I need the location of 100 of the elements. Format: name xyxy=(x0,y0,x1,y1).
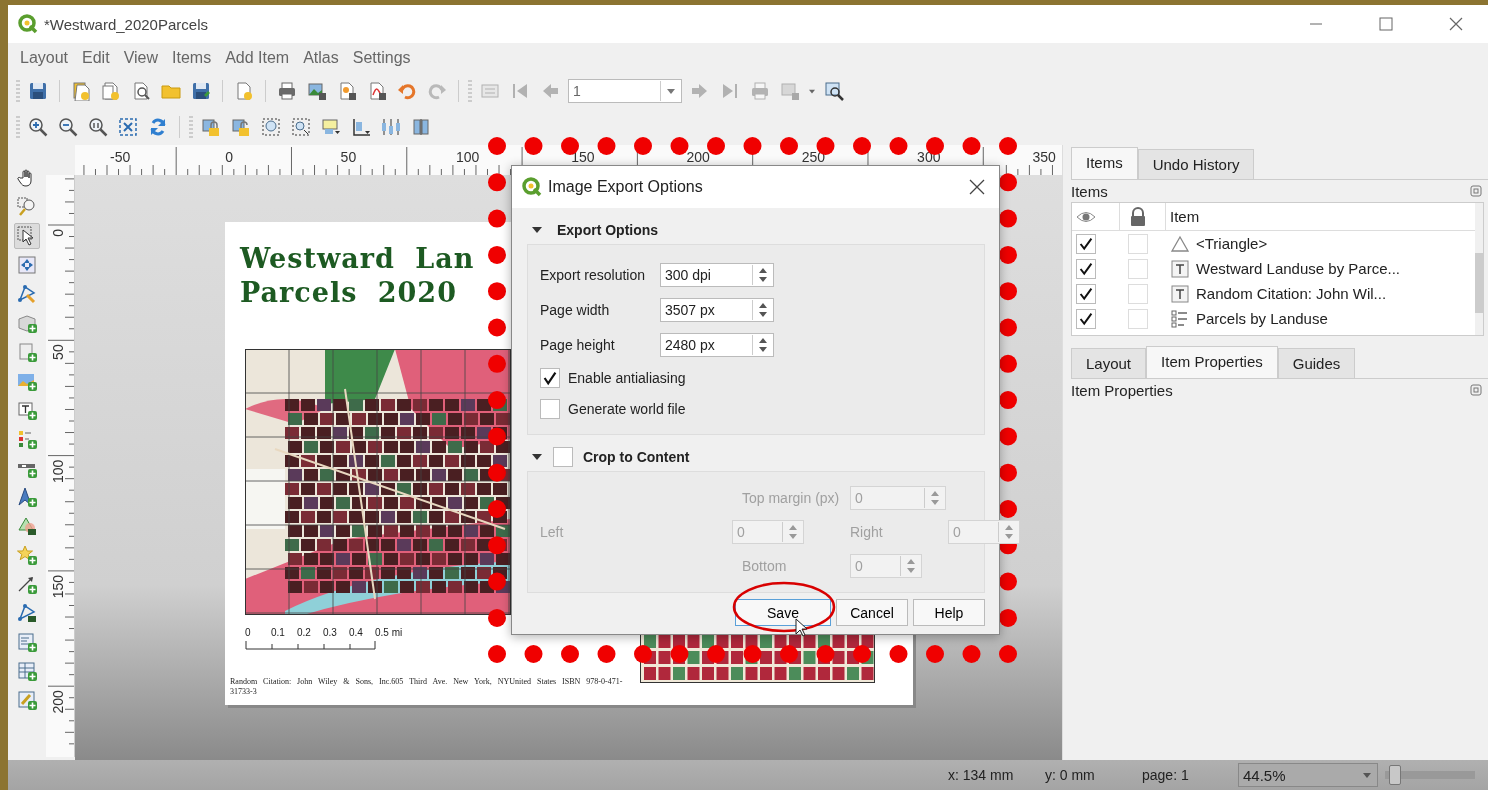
close-icon[interactable] xyxy=(967,177,987,197)
first-page-icon[interactable] xyxy=(510,81,530,101)
field-label: Page width xyxy=(540,301,611,318)
panel-tab[interactable]: Items xyxy=(1071,147,1138,179)
undo-icon[interactable] xyxy=(397,81,417,101)
zoom-in-icon[interactable] xyxy=(28,117,48,137)
lock-icon[interactable] xyxy=(201,117,221,137)
align-icon[interactable] xyxy=(351,117,371,137)
refresh-icon[interactable] xyxy=(148,117,168,137)
lock-checkbox[interactable] xyxy=(1128,308,1148,329)
lock-checkbox[interactable] xyxy=(1128,258,1148,279)
panel-title: Item Properties xyxy=(1071,381,1173,399)
section-title: Crop to Content xyxy=(583,449,690,465)
image-export-icon[interactable] xyxy=(307,81,327,101)
atlas-settings-icon[interactable] xyxy=(824,81,844,101)
new-document-icon[interactable] xyxy=(234,81,254,101)
unlock-icon[interactable] xyxy=(231,117,251,137)
duplicate-document-icon[interactable] xyxy=(101,81,121,101)
menu-item[interactable]: Edit xyxy=(82,49,110,67)
checkbox-label: Enable antialiasing xyxy=(568,369,686,386)
pdf-icon[interactable] xyxy=(367,81,387,101)
item-name[interactable]: Parcels by Landuse xyxy=(1196,310,1328,327)
menu-item[interactable]: Atlas xyxy=(303,49,339,67)
field-label: Left xyxy=(540,524,565,540)
panel-tab[interactable]: Guides xyxy=(1277,348,1356,378)
scale-label: 0.3 xyxy=(323,627,338,638)
item-name[interactable]: <Triangle> xyxy=(1196,235,1268,252)
scrollbar[interactable] xyxy=(1475,203,1483,335)
legend-icon xyxy=(1170,308,1190,329)
scale-label: 0 xyxy=(245,627,252,638)
raise-icon[interactable] xyxy=(321,117,341,137)
x-coordinate: x: 134 mm xyxy=(948,767,1014,783)
scale-label: 0.4 xyxy=(349,627,364,638)
printer-icon[interactable] xyxy=(277,81,297,101)
checkbox-label: Generate world file xyxy=(568,400,686,417)
spin-box[interactable]: 300 dpi xyxy=(660,262,774,287)
ungroup-icon[interactable] xyxy=(291,117,311,137)
zoom-combo[interactable]: 44.5% xyxy=(1238,763,1378,787)
panel-tab[interactable]: Undo History xyxy=(1137,149,1255,179)
distribute-icon[interactable] xyxy=(381,117,401,137)
dialog-button[interactable]: Help xyxy=(913,599,985,626)
checkbox[interactable] xyxy=(540,398,560,419)
section-title: Export Options xyxy=(557,222,659,238)
document-export-icon[interactable] xyxy=(337,81,357,101)
spin-box[interactable]: 3507 px xyxy=(660,297,774,322)
menu-item[interactable]: Settings xyxy=(352,49,411,67)
text-icon xyxy=(1170,258,1190,279)
field-label: Right xyxy=(850,524,884,540)
dialog-button[interactable]: Cancel xyxy=(836,599,908,626)
scale-label: 0.2 xyxy=(297,627,312,638)
field-label: Top margin (px) xyxy=(742,490,841,506)
menu-item[interactable]: View xyxy=(123,49,158,67)
document-magnifier-icon[interactable] xyxy=(131,81,151,101)
column-header: Item xyxy=(1169,207,1201,227)
panel-tab[interactable]: Layout xyxy=(1071,348,1147,378)
vertical-ruler: 0 50 100 150 200 xyxy=(46,175,75,757)
menu-item[interactable]: Layout xyxy=(20,49,69,67)
menu-item[interactable]: Add Item xyxy=(225,49,290,67)
visibility-checkbox[interactable] xyxy=(1076,283,1096,304)
item-name[interactable]: Westward Landuse by Parce... xyxy=(1196,260,1400,277)
checkbox[interactable] xyxy=(540,367,560,388)
new-document-icon[interactable] xyxy=(71,81,91,101)
resize-icon[interactable] xyxy=(411,117,431,137)
pointer-icon[interactable] xyxy=(14,223,40,249)
lock-icon xyxy=(1128,206,1148,227)
panel-title: Items xyxy=(1071,182,1108,200)
lock-checkbox[interactable] xyxy=(1128,233,1148,254)
menu-item[interactable]: Items xyxy=(172,49,212,67)
app-logo-icon xyxy=(522,177,542,197)
field-label: Page height xyxy=(540,336,616,353)
zoom-out-icon[interactable] xyxy=(58,117,78,137)
text-icon xyxy=(1170,283,1190,304)
visibility-checkbox[interactable] xyxy=(1076,258,1096,279)
last-page-icon[interactable] xyxy=(720,81,740,101)
window-title: *Westward_2020Parcels xyxy=(44,15,208,33)
slider-thumb[interactable] xyxy=(1389,765,1401,785)
zoom-actual-size-icon[interactable] xyxy=(88,117,108,137)
checkbox[interactable] xyxy=(553,447,573,467)
field-label: Bottom xyxy=(742,558,788,574)
dialog-button[interactable]: Save xyxy=(735,599,831,626)
field-label: Export resolution xyxy=(540,266,647,283)
page-combo[interactable]: 1 xyxy=(568,79,682,103)
app-logo-icon xyxy=(18,14,38,34)
map-title: Westward Lan xyxy=(240,242,475,276)
zoom-full-icon[interactable] xyxy=(118,117,138,137)
lock-checkbox[interactable] xyxy=(1128,283,1148,304)
visibility-checkbox[interactable] xyxy=(1076,233,1096,254)
scale-label: 0.5 mi xyxy=(375,627,401,638)
spin-box[interactable]: 2480 px xyxy=(660,332,774,357)
maximize-icon[interactable] xyxy=(1376,14,1396,34)
panel-tab[interactable]: Item Properties xyxy=(1146,346,1278,378)
scale-label: 0.1 xyxy=(271,627,286,638)
item-name[interactable]: Random Citation: John Wil... xyxy=(1196,285,1387,302)
dialog-title: Image Export Options xyxy=(548,178,703,196)
page-number: page: 1 xyxy=(1142,767,1189,783)
citation-text: Random Citation: John Wiley & Sons, Inc.605 Third Ave. New York, NYUnited States ISBN 978-0-471-31733-3 xyxy=(230,677,624,697)
group-icon[interactable] xyxy=(261,117,281,137)
visibility-checkbox[interactable] xyxy=(1076,308,1096,329)
map-title: Parcels 2020 xyxy=(240,276,458,310)
y-coordinate: y: 0 mm xyxy=(1045,767,1095,783)
